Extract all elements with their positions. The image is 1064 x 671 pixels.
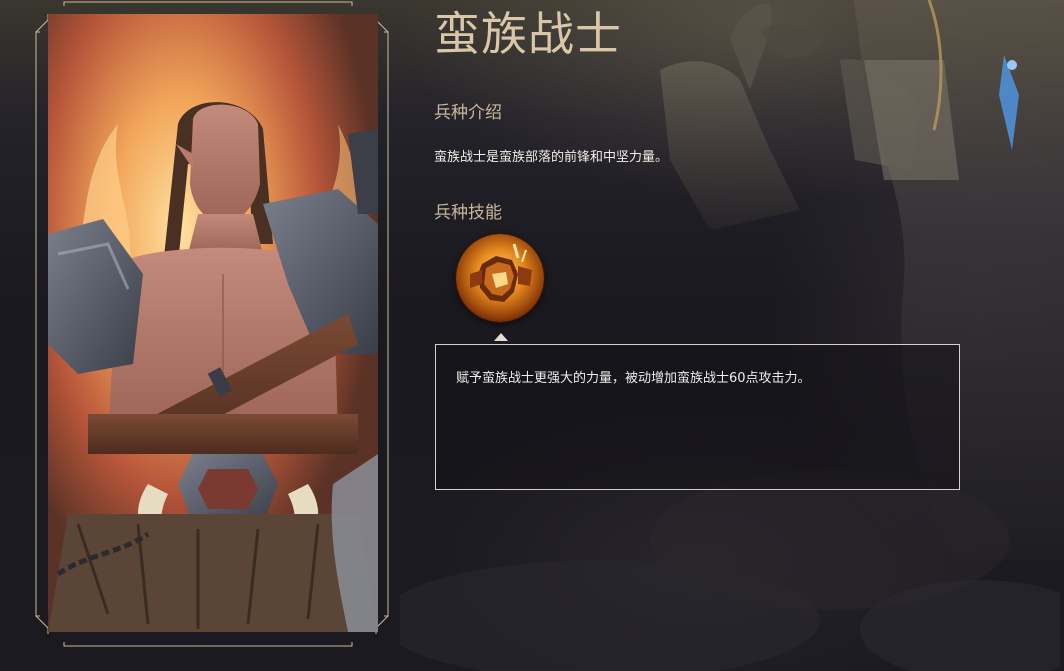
skill-description-panel: 赋予蛮族战士更强大的力量，被动增加蛮族战士60点攻击力。 <box>435 344 960 490</box>
skills-heading: 兵种技能 <box>434 203 502 223</box>
background-hero-arm-art <box>660 3 920 230</box>
skill-description-pointer <box>494 333 508 341</box>
unit-portrait <box>48 14 378 632</box>
intro-description: 蛮族战士是蛮族部落的前锋和中坚力量。 <box>434 150 669 165</box>
armored-warrior-skill-icon[interactable] <box>456 234 544 322</box>
skill-description-text: 赋予蛮族战士更强大的力量，被动增加蛮族战士60点攻击力。 <box>456 371 811 386</box>
skill-icon-art <box>456 234 544 322</box>
unit-name-title: 蛮族战士 <box>434 7 622 61</box>
intro-heading: 兵种介绍 <box>434 103 502 123</box>
barbarian-warrior-portrait-art <box>48 14 378 632</box>
unit-detail-page: 蛮族战士 兵种介绍 蛮族战士是蛮族部落的前锋和中坚力量。 兵种技能 赋予蛮族战士… <box>0 0 1064 671</box>
